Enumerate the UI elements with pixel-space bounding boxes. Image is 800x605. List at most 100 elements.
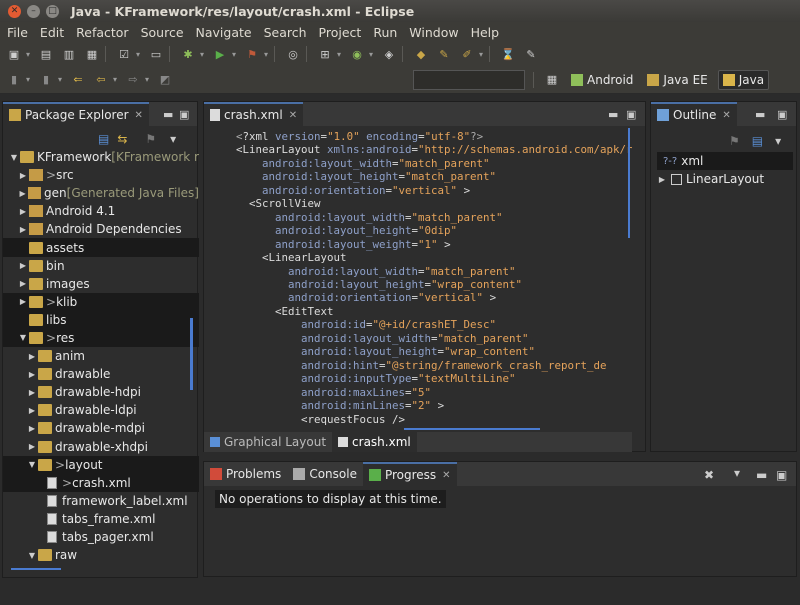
tree-item-crash-xml[interactable]: > crash.xml [3,473,199,492]
checkbox-icon[interactable]: ☑ [115,46,133,62]
debug-icon[interactable]: ✱ [179,46,197,62]
menu-edit[interactable]: Edit [35,25,69,40]
menu-project[interactable]: Project [314,25,367,40]
tab-problems[interactable]: Problems [204,462,287,486]
tree-item-raw[interactable]: ▼ raw [3,546,199,564]
tree-item-android-dependencies[interactable]: ▶ Android Dependencies [3,220,199,238]
code-editor[interactable]: <?xml version="1.0" encoding="utf-8"?> <L… [204,126,632,428]
new-class-icon[interactable]: ◈ [380,46,398,62]
outline-item-xml[interactable]: ?-? xml [657,152,793,170]
perspective-java-ee[interactable]: Java EE [643,70,711,90]
save-all-icon[interactable]: ▥ [60,46,78,62]
target-icon[interactable]: ◎ [284,46,302,62]
tab-crash-xml[interactable]: crash.xml ✕ [204,102,304,126]
debug-dropdown-icon[interactable]: ▾ [198,46,206,62]
new-java-project-dropdown-icon[interactable]: ▾ [335,46,343,62]
collapsed-twistie-icon[interactable]: ▶ [27,442,37,451]
tree-item-assets[interactable]: assets [3,238,199,257]
tree-item-drawable-hdpi[interactable]: ▶ drawable-hdpi [3,383,199,401]
tree-item-src[interactable]: ▶ > src [3,166,199,184]
tree-item-anim[interactable]: ▶ anim [3,347,199,365]
next-annotation-dropdown-icon[interactable]: ▾ [24,72,32,88]
minimize-view-icon[interactable]: ▬ [756,468,767,482]
minimize-view-icon[interactable]: ▬ [755,108,765,121]
minimize-view-icon[interactable]: ▬ [608,108,618,121]
collapse-outline-icon[interactable]: ▤ [752,134,763,148]
external-tools-dropdown-icon[interactable]: ▾ [262,46,270,62]
brush-icon[interactable]: ✐ [458,46,476,62]
editor-scrollbar[interactable] [628,128,630,238]
expanded-twistie-icon[interactable]: ▼ [27,551,37,560]
collapsed-twistie-icon[interactable]: ▶ [27,406,37,415]
save-icon[interactable]: ▤ [37,46,55,62]
tree-item-drawable-mdpi[interactable]: ▶ drawable-mdpi [3,419,199,437]
focus-task-icon[interactable]: ⚑ [145,132,156,146]
close-tab-icon[interactable]: ✕ [722,110,730,121]
run-icon[interactable]: ▶ [211,46,229,62]
menu-search[interactable]: Search [259,25,312,40]
tree-item-res[interactable]: ▼ > res [3,328,199,348]
collapsed-twistie-icon[interactable]: ▶ [27,352,37,361]
menu-window[interactable]: Window [404,25,463,40]
perspective-android[interactable]: Android [567,70,637,90]
forward-dropdown-icon[interactable]: ▾ [143,72,151,88]
pin-editor-icon[interactable]: ◩ [156,72,174,88]
maximize-view-icon[interactable]: ▣ [776,468,787,482]
editor-h-scrollbar[interactable] [404,428,540,430]
tree-item-tabs-frame-xml[interactable]: tabs_frame.xml [3,510,199,528]
collapsed-twistie-icon[interactable]: ▶ [18,189,27,198]
menu-navigate[interactable]: Navigate [191,25,257,40]
tab-package-explorer[interactable]: Package Explorer ✕ [3,102,149,126]
brush-dropdown-icon[interactable]: ▾ [477,46,485,62]
open-type-icon[interactable]: ◆ [412,46,430,62]
close-tab-icon[interactable]: ✕ [289,110,297,121]
menu-refactor[interactable]: Refactor [71,25,133,40]
back-icon[interactable]: ⇦ [92,72,110,88]
tree-item-tabs-pager-xml[interactable]: tabs_pager.xml [3,528,199,546]
sort-icon[interactable]: ⚑ [729,134,740,148]
menu-help[interactable]: Help [466,25,505,40]
back-dropdown-icon[interactable]: ▾ [111,72,119,88]
close-window-button[interactable]: ✕ [8,4,21,18]
perspective-java[interactable]: Java [717,69,770,90]
link-with-editor-icon[interactable]: ⇆ [117,132,127,146]
expanded-twistie-icon[interactable]: ▼ [27,460,37,469]
tree-item-layout[interactable]: ▼ > layout [3,455,199,474]
expanded-twistie-icon[interactable]: ▼ [9,153,19,162]
tree-item-drawable-xhdpi[interactable]: ▶ drawable-xhdpi [3,438,199,456]
collapsed-twistie-icon[interactable]: ▶ [18,279,28,288]
menu-file[interactable]: File [2,25,33,40]
expanded-twistie-icon[interactable]: ▼ [18,333,28,342]
view-menu-icon[interactable]: ▾ [734,466,740,480]
remove-finished-icon[interactable]: ✖ [704,468,714,482]
tree-item-drawable-ldpi[interactable]: ▶ drawable-ldpi [3,401,199,419]
tree-item-kframework[interactable]: ▼ KFramework [KFramework r [3,148,199,166]
maximize-view-icon[interactable]: ▣ [626,108,636,121]
maximize-view-icon[interactable]: ▣ [777,108,787,121]
outline-item-linearlayout[interactable]: ▶ LinearLayout [657,170,793,188]
tree-item-android-4-1[interactable]: ▶ Android 4.1 [3,202,199,220]
tab-outline[interactable]: Outline ✕ [651,102,737,126]
minimize-window-button[interactable]: – [27,4,40,18]
menu-run[interactable]: Run [368,25,402,40]
close-tab-icon[interactable]: ✕ [442,470,450,481]
next-annotation-icon[interactable]: ▮ [5,72,23,88]
tree-item-framework-label-xml[interactable]: framework_label.xml [3,492,199,510]
tree-item-bin[interactable]: ▶ bin [3,257,199,275]
tree-item-gen[interactable]: ▶ gen [Generated Java Files] [3,184,199,202]
maximize-view-icon[interactable]: ▣ [179,108,189,121]
run-dropdown-icon[interactable]: ▾ [230,46,238,62]
collapsed-twistie-icon[interactable]: ▶ [27,370,37,379]
view-menu-icon[interactable]: ▾ [170,132,176,146]
close-tab-icon[interactable]: ✕ [135,110,143,121]
open-perspective-icon[interactable]: ▦ [543,72,561,88]
tree-item-klib[interactable]: ▶ > klib [3,292,199,311]
collapsed-twistie-icon[interactable]: ▶ [27,388,37,397]
collapsed-twistie-icon[interactable]: ▶ [18,171,28,180]
pin-icon[interactable]: ⌛ [499,46,517,62]
tree-item-libs[interactable]: libs [3,310,199,329]
minimize-view-icon[interactable]: ▬ [163,108,173,121]
tab-crash-xml[interactable]: crash.xml [332,432,417,452]
tab-console[interactable]: Console [287,462,363,486]
tree-h-scrollbar[interactable] [11,568,61,570]
